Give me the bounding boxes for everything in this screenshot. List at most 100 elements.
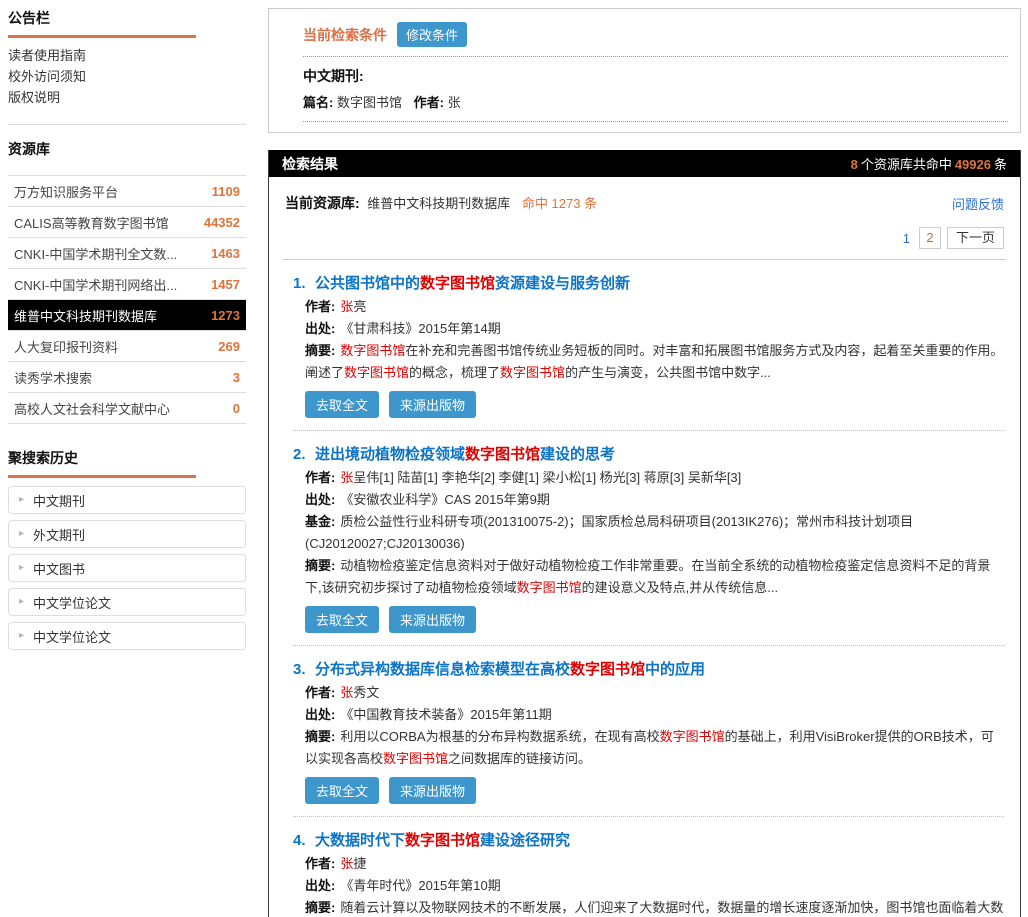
- result-title-row: 4.大数据时代下数字图书馆建设途径研究: [293, 829, 1004, 853]
- source-line: 出处:《安徽农业科学》CAS 2015年第9期: [305, 489, 1004, 511]
- source-label: 出处:: [305, 878, 335, 893]
- history-item[interactable]: ▸外文期刊: [8, 520, 246, 548]
- next-page-button[interactable]: 下一页: [947, 227, 1004, 249]
- search-condition-panel: 当前检索条件 修改条件 中文期刊: 篇名: 数字图书馆 作者: 张: [268, 8, 1021, 133]
- notice-board-title: 公告栏: [8, 8, 196, 38]
- history-item[interactable]: ▸中文学位论文: [8, 588, 246, 616]
- resource-name: CNKI-中国学术期刊网络出...: [14, 275, 177, 294]
- resource-item[interactable]: 维普中文科技期刊数据库 1273: [8, 300, 246, 331]
- resource-count: 44352: [204, 215, 240, 230]
- source-publication-button[interactable]: 来源出版物: [389, 606, 476, 633]
- hit-db-count: 8: [851, 157, 858, 172]
- condition-title: 当前检索条件: [303, 25, 387, 45]
- result-title-link[interactable]: 公共图书馆中的数字图书馆资源建设与服务创新: [315, 272, 630, 296]
- fund-line: 基金:质检公益性行业科研专项(201310075-2)；国家质检总局科研项目(2…: [305, 511, 1004, 555]
- resource-count: 1109: [212, 184, 240, 199]
- abstract-line: 摘要:动植物检疫鉴定信息资料对于做好动植物检疫工作非常重要。在当前全系统的动植物…: [305, 555, 1004, 599]
- resources-title: 资源库: [8, 139, 246, 166]
- summary-text: 个资源库共命中: [861, 157, 952, 172]
- author-label: 作者:: [305, 685, 335, 700]
- history-item[interactable]: ▸中文期刊: [8, 486, 246, 514]
- source-text: 《中国教育技术装备》2015年第11期: [340, 707, 551, 722]
- notice-link[interactable]: 读者使用指南: [8, 45, 246, 66]
- history-label: 中文学位论文: [33, 593, 111, 612]
- resource-name: 万方知识服务平台: [14, 182, 118, 201]
- title-segment: 中的应用: [645, 661, 705, 678]
- resource-item[interactable]: 高校人文社会科学文献中心0: [8, 393, 246, 424]
- results-bar-title: 检索结果: [282, 154, 338, 174]
- results-title-bar: 检索结果 8个资源库共命中49926条: [269, 150, 1020, 177]
- page-1-current[interactable]: 1: [900, 231, 913, 246]
- title-segment: 进出境动植物检疫领域: [315, 446, 465, 463]
- abstract-segment: 数字图书馆: [383, 751, 448, 766]
- resource-item[interactable]: 人大复印报刊资料269: [8, 331, 246, 362]
- abstract-line: 摘要:数字图书馆在补充和完善图书馆传统业务短板的同时。对丰富和拓展图书馆服务方式…: [305, 340, 1004, 384]
- result-title-link[interactable]: 进出境动植物检疫领域数字图书馆建设的思考: [315, 443, 615, 467]
- db-hit-count: 命中 1273 条: [522, 196, 597, 211]
- resource-item[interactable]: CNKI-中国学术期刊网络出... 1457: [8, 269, 246, 300]
- result-number: 1.: [293, 272, 315, 296]
- resource-count: 0: [233, 401, 240, 416]
- title-segment: 分布式异构数据库信息检索模型在高校: [315, 661, 570, 678]
- results-panel: 检索结果 8个资源库共命中49926条 当前资源库: 维普中文科技期刊数据库 命…: [268, 150, 1021, 917]
- author-segment: 张: [340, 685, 353, 700]
- author-segment: 张: [340, 299, 353, 314]
- resource-name: 维普中文科技期刊数据库: [14, 306, 157, 325]
- notice-link[interactable]: 校外访问须知: [8, 66, 246, 87]
- result-item: 1.公共图书馆中的数字图书馆资源建设与服务创新作者:张亮出处:《甘肃科技》201…: [293, 272, 1004, 431]
- result-title-row: 3.分布式异构数据库信息检索模型在高校数字图书馆中的应用: [293, 658, 1004, 682]
- db-type-line: 中文期刊:: [303, 66, 1008, 86]
- total-hit-count: 49926: [955, 157, 991, 172]
- result-title-row: 2.进出境动植物检疫领域数字图书馆建设的思考: [293, 443, 1004, 467]
- page-2-link[interactable]: 2: [919, 227, 941, 249]
- abstract-segment: 的产生与演变，公共图书馆中数字...: [565, 365, 771, 380]
- fulltext-button[interactable]: 去取全文: [305, 777, 379, 804]
- resource-item[interactable]: CNKI-中国学术期刊全文数...1463: [8, 238, 246, 269]
- author-segment: 捷: [353, 856, 366, 871]
- search-history-section: 聚搜索历史 ▸中文期刊▸外文期刊▸中文图书▸中文学位论文▸中文学位论文: [8, 448, 246, 650]
- author-segment: 张: [340, 470, 353, 485]
- author-segment: 张: [340, 856, 353, 871]
- author-segment: 呈伟[1] 陆苗[1] 李艳华[2] 李健[1] 梁小松[1] 杨光[3] 蒋原…: [353, 470, 741, 485]
- author-line: 作者:张捷: [305, 853, 1004, 875]
- result-title-link[interactable]: 大数据时代下数字图书馆建设途径研究: [315, 829, 570, 853]
- resource-item[interactable]: CALIS高等教育数字图书馆44352: [8, 207, 246, 238]
- resource-count: 1273: [211, 308, 240, 323]
- result-title-row: 1.公共图书馆中的数字图书馆资源建设与服务创新: [293, 272, 1004, 296]
- fulltext-button[interactable]: 去取全文: [305, 606, 379, 633]
- arrow-right-icon: ▸: [19, 495, 24, 505]
- arrow-right-icon: ▸: [19, 563, 24, 573]
- search-history-list: ▸中文期刊▸外文期刊▸中文图书▸中文学位论文▸中文学位论文: [8, 486, 246, 650]
- title-segment: 数字图书馆: [405, 832, 480, 849]
- notice-link[interactable]: 版权说明: [8, 87, 246, 108]
- abstract-segment: 数字图书馆: [517, 580, 582, 595]
- abstract-label: 摘要:: [305, 900, 335, 915]
- fund-label: 基金:: [305, 514, 335, 529]
- resource-item[interactable]: 读秀学术搜索3: [8, 362, 246, 393]
- history-item[interactable]: ▸中文图书: [8, 554, 246, 582]
- feedback-link[interactable]: 问题反馈: [952, 194, 1004, 213]
- abstract-segment: 的概念，梳理了: [409, 365, 500, 380]
- current-db-row: 当前资源库: 维普中文科技期刊数据库 命中 1273 条 问题反馈: [285, 193, 1004, 213]
- history-label: 中文学位论文: [33, 627, 111, 646]
- fulltext-button[interactable]: 去取全文: [305, 391, 379, 418]
- author-label: 作者:: [305, 299, 335, 314]
- resource-item[interactable]: 万方知识服务平台 1109: [8, 176, 246, 207]
- author-segment: 秀文: [353, 685, 379, 700]
- history-item[interactable]: ▸中文学位论文: [8, 622, 246, 650]
- author-line: 作者:张呈伟[1] 陆苗[1] 李艳华[2] 李健[1] 梁小松[1] 杨光[3…: [305, 467, 1004, 489]
- resource-count: 1457: [211, 277, 240, 292]
- result-item: 4.大数据时代下数字图书馆建设途径研究作者:张捷出处:《青年时代》2015年第1…: [293, 829, 1004, 917]
- result-title-link[interactable]: 分布式异构数据库信息检索模型在高校数字图书馆中的应用: [315, 658, 705, 682]
- modify-condition-button[interactable]: 修改条件: [397, 22, 467, 47]
- source-publication-button[interactable]: 来源出版物: [389, 391, 476, 418]
- summary-unit: 条: [994, 157, 1007, 172]
- author-line: 作者:张亮: [305, 296, 1004, 318]
- source-publication-button[interactable]: 来源出版物: [389, 777, 476, 804]
- query-field-value: 数字图书馆: [337, 95, 402, 110]
- query-author-label: 作者:: [414, 95, 444, 110]
- sidebar: 公告栏 读者使用指南校外访问须知版权说明 资源库 万方知识服务平台 1109 CAL…: [8, 8, 246, 656]
- abstract-line: 摘要:随着云计算以及物联网技术的不断发展，人们迎来了大数据时代，数据量的增长速度…: [305, 897, 1004, 917]
- result-buttons: 去取全文来源出版物: [305, 391, 1004, 418]
- result-buttons: 去取全文来源出版物: [305, 777, 1004, 804]
